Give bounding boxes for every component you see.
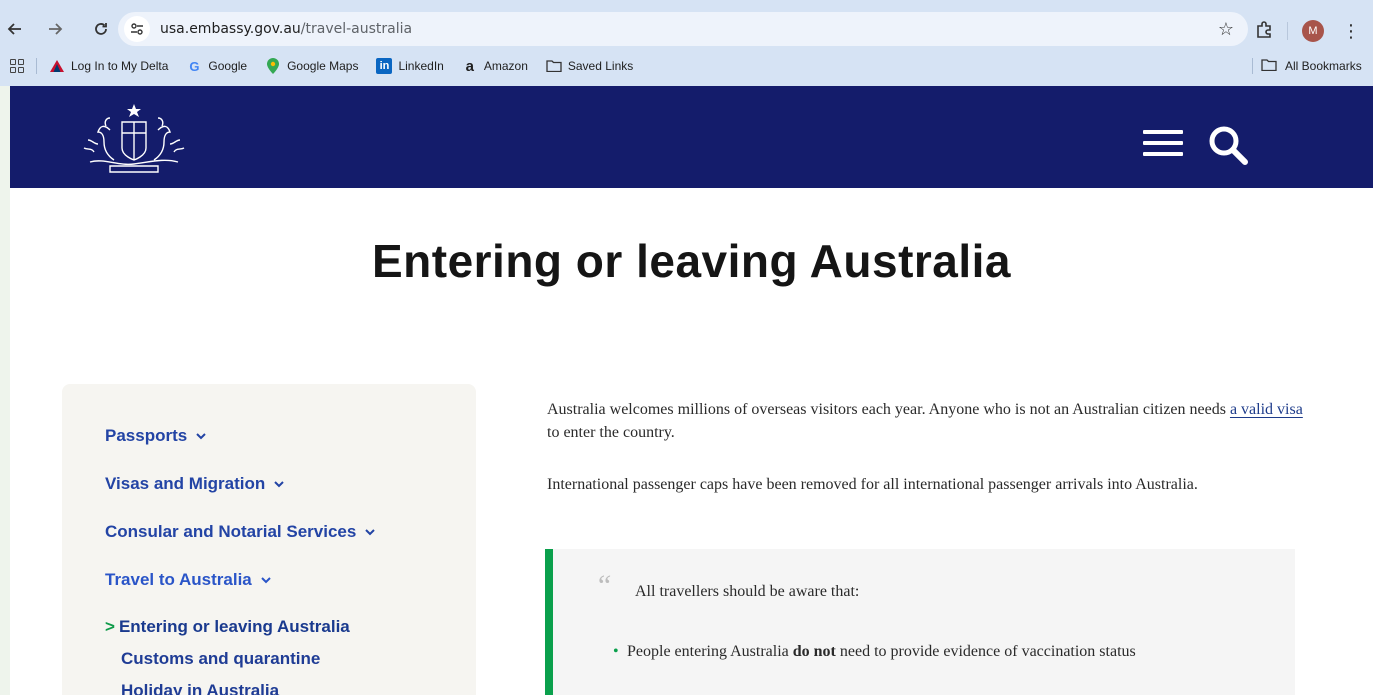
callout-intro: All travellers should be aware that: — [635, 583, 860, 600]
url-host: usa.embassy.gov.au — [160, 21, 301, 37]
page-title: Entering or leaving Australia — [371, 235, 1012, 287]
bookmarks-divider — [1252, 58, 1253, 74]
para-text: Australia welcomes millions of overseas … — [547, 401, 1230, 418]
bookmark-label: LinkedIn — [398, 59, 444, 73]
travel-notice-callout: “ All travellers should be aware that: •… — [545, 549, 1295, 695]
profile-avatar[interactable]: M — [1302, 20, 1324, 42]
all-bookmarks[interactable]: All Bookmarks — [1252, 58, 1362, 74]
bullet-item: • People entering Australia do not need … — [609, 641, 1249, 663]
intro-paragraph: Australia welcomes millions of overseas … — [547, 398, 1307, 444]
bullet-text: People entering Australia — [627, 643, 793, 660]
browser-menu-icon[interactable]: ⋮ — [1342, 21, 1360, 42]
sub-item-entering-leaving[interactable]: > Entering or leaving Australia — [105, 617, 350, 637]
site-info-icon[interactable] — [124, 16, 150, 42]
chevron-right-icon: > — [105, 617, 115, 636]
bookmark-google-maps[interactable]: Google Maps — [265, 58, 358, 74]
caps-paragraph: International passenger caps have been r… — [547, 476, 1198, 493]
bookmark-google[interactable]: G Google — [186, 58, 247, 74]
bookmark-star-icon[interactable]: ☆ — [1218, 19, 1234, 40]
forward-button[interactable] — [40, 14, 70, 44]
browser-chrome: usa.embassy.gov.au/travel-australia ☆ M … — [0, 0, 1373, 86]
bookmark-label: Google Maps — [287, 59, 359, 73]
sub-item-label: Holiday in Australia — [121, 681, 280, 695]
chevron-down-icon — [261, 577, 271, 584]
linkedin-icon: in — [376, 58, 393, 74]
toolbar-separator — [1287, 22, 1288, 40]
sub-item-customs[interactable]: Customs and quarantine — [121, 649, 320, 669]
url-text[interactable]: usa.embassy.gov.au/travel-australia — [160, 21, 412, 37]
nav-item-label: Consular and Notarial Services — [105, 522, 357, 541]
all-bookmarks-label: All Bookmarks — [1285, 59, 1362, 73]
nav-item-label: Passports — [105, 426, 188, 445]
side-navigation: Passports Visas and Migration Consular a… — [62, 384, 476, 695]
nav-item-travel[interactable]: Travel to Australia — [105, 570, 272, 590]
chevron-down-icon — [196, 433, 206, 440]
chevron-down-icon — [365, 529, 376, 536]
reload-button[interactable] — [86, 14, 116, 44]
nav-item-visas[interactable]: Visas and Migration — [105, 474, 285, 494]
bookmark-delta[interactable]: Log In to My Delta — [49, 58, 168, 74]
bullet-text: need to provide evidence of vaccination … — [835, 643, 1136, 660]
nav-item-label: Travel to Australia — [105, 570, 252, 589]
folder-icon — [1261, 58, 1277, 74]
nav-item-consular[interactable]: Consular and Notarial Services — [105, 522, 376, 542]
url-path: /travel-australia — [300, 21, 413, 37]
nav-item-passports[interactable]: Passports — [105, 426, 207, 446]
bookmarks-divider — [36, 58, 37, 74]
bookmark-label: Amazon — [483, 59, 528, 73]
sub-item-label: Customs and quarantine — [121, 649, 321, 668]
back-button[interactable] — [0, 14, 30, 44]
bullet-dot-icon: • — [613, 643, 619, 660]
maps-pin-icon — [265, 58, 281, 74]
browser-toolbar: usa.embassy.gov.au/travel-australia ☆ M … — [0, 8, 1373, 50]
amazon-icon: a — [465, 57, 475, 75]
bookmark-saved-links[interactable]: Saved Links — [546, 58, 633, 74]
bookmark-linkedin[interactable]: in LinkedIn — [376, 58, 444, 74]
address-bar[interactable]: usa.embassy.gov.au/travel-australia ☆ — [118, 12, 1248, 46]
bookmark-amazon[interactable]: a Amazon — [462, 57, 528, 75]
menu-hamburger-icon[interactable] — [1143, 130, 1183, 160]
valid-visa-link[interactable]: a valid visa — [1230, 401, 1303, 418]
coat-of-arms-logo[interactable] — [70, 100, 198, 178]
site-header — [10, 86, 1373, 188]
sub-item-holiday[interactable]: Holiday in Australia — [121, 681, 279, 695]
bookmarks-bar: Log In to My Delta G Google Google Maps … — [0, 52, 1373, 80]
sub-item-label: Entering or leaving Australia — [118, 617, 350, 636]
nav-item-label: Visas and Migration — [105, 474, 266, 493]
bookmark-label: Log In to My Delta — [71, 59, 169, 73]
apps-grid-icon[interactable] — [10, 59, 24, 73]
search-icon[interactable] — [1204, 122, 1254, 166]
bookmark-label: Google — [208, 59, 248, 73]
chevron-down-icon — [274, 481, 284, 488]
bullet-bold-text: do not — [792, 643, 836, 660]
web-page: Entering or leaving Australia Passports … — [10, 86, 1373, 695]
extensions-puzzle-icon[interactable] — [1255, 20, 1273, 43]
bookmark-label: Saved Links — [567, 59, 634, 73]
toolbar-right-icons: M ⋮ — [1255, 16, 1360, 46]
folder-icon — [546, 58, 562, 74]
google-icon: G — [189, 58, 200, 74]
para-text: to enter the country. — [547, 424, 675, 441]
delta-icon — [49, 58, 65, 74]
quote-mark-icon: “ — [595, 569, 612, 602]
